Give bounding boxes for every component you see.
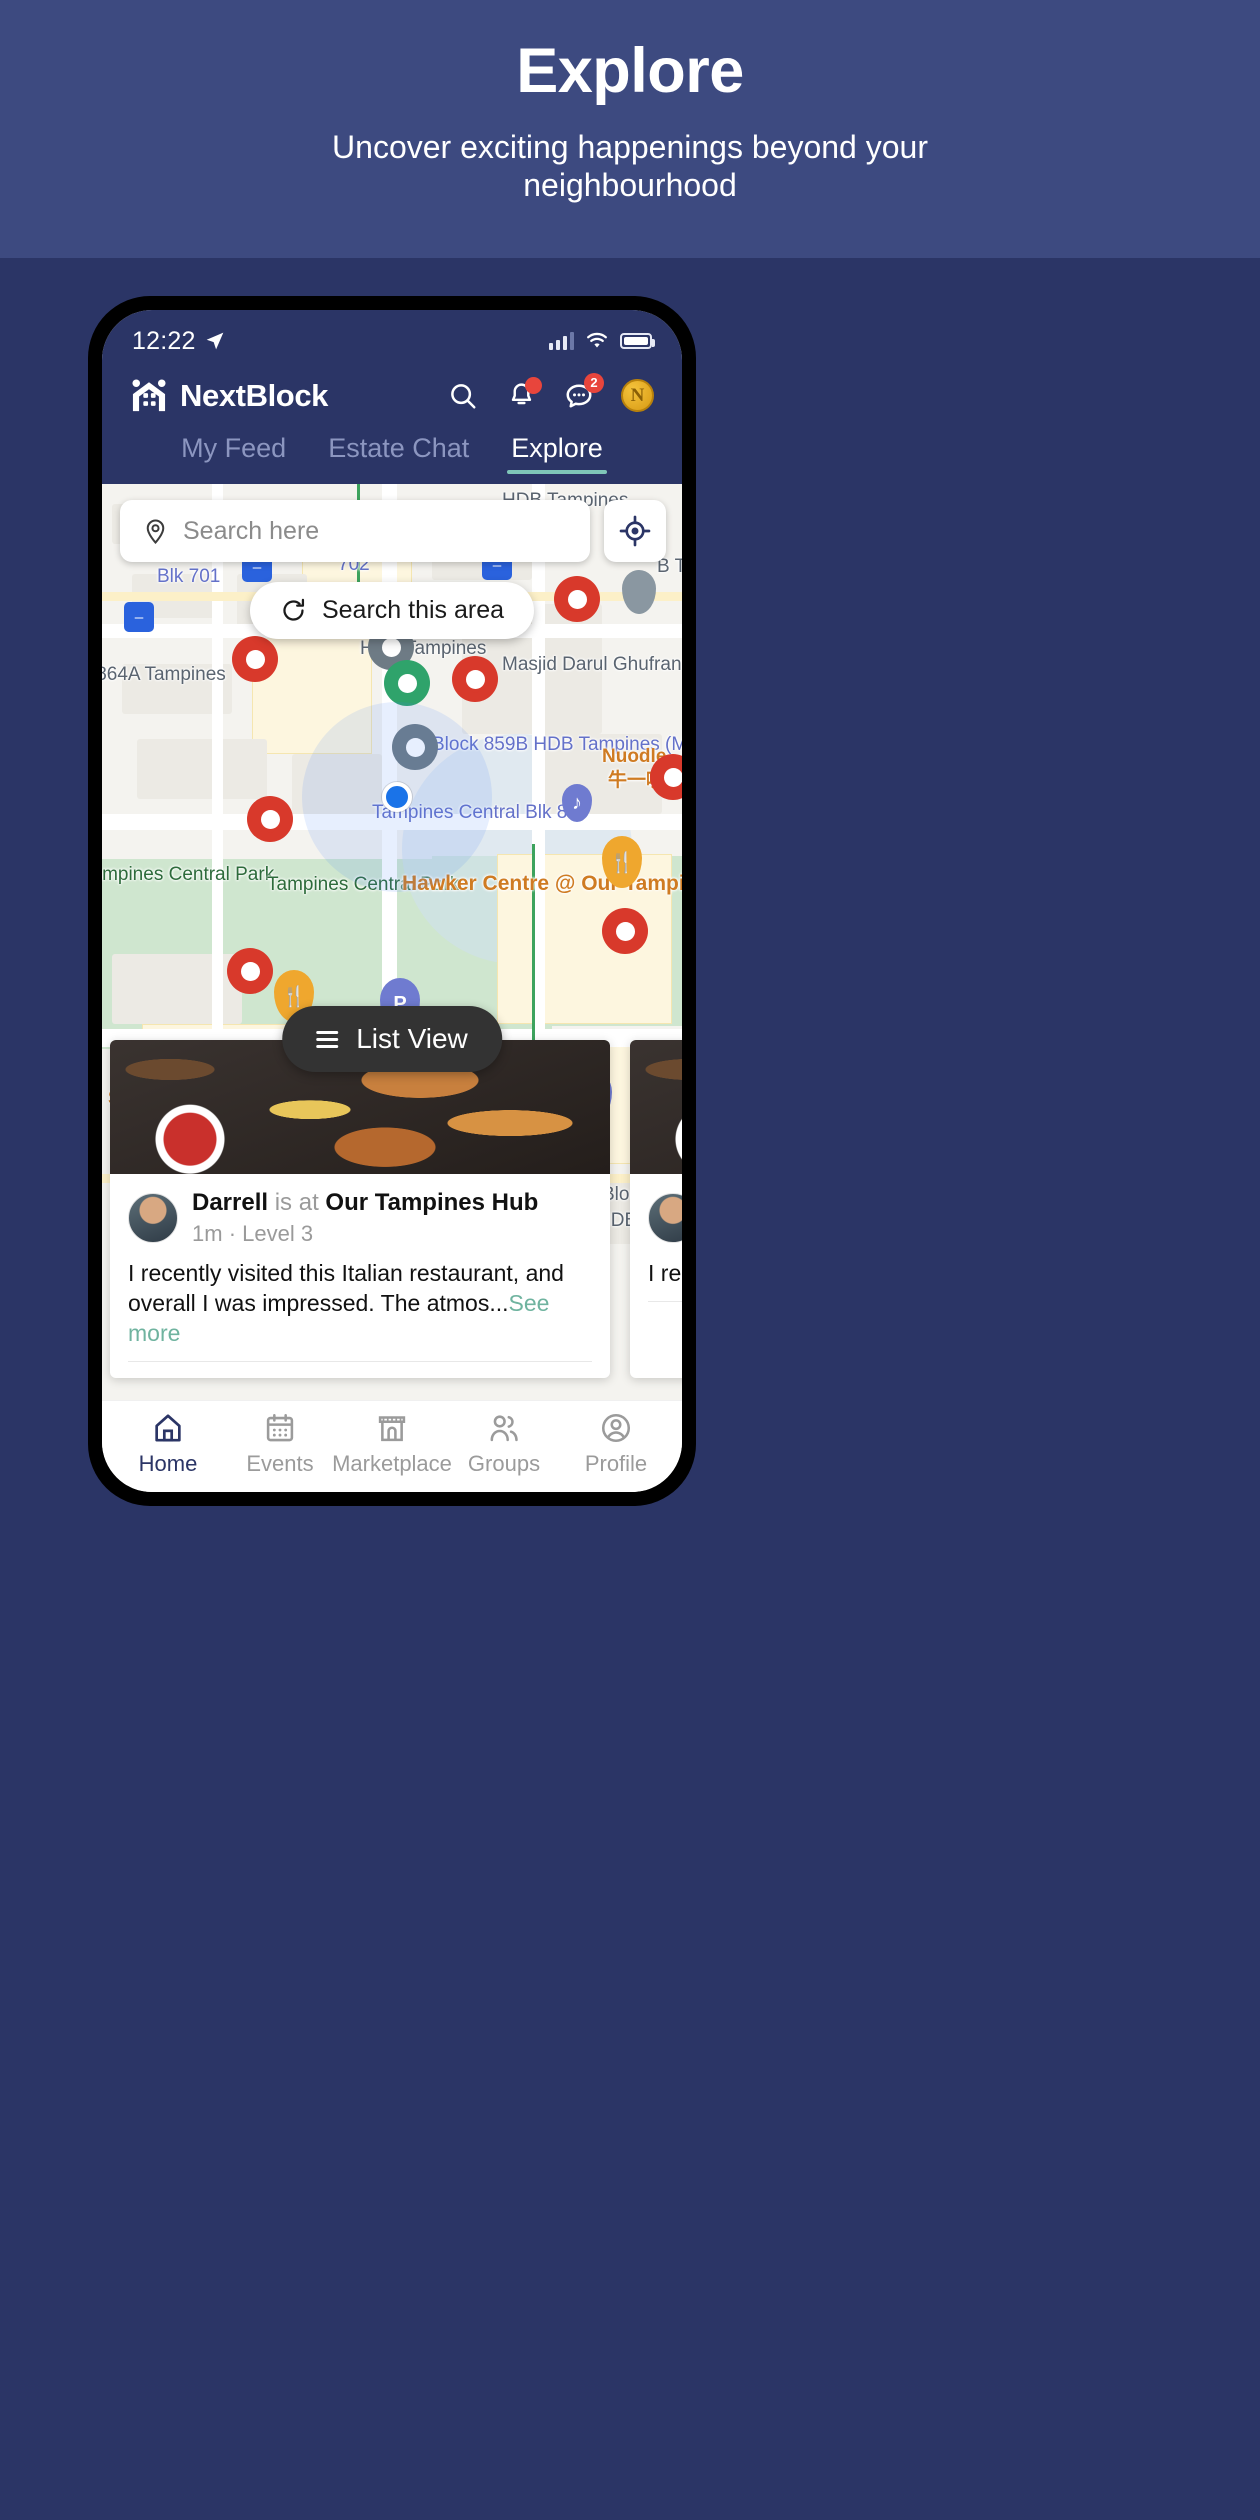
card-divider — [128, 1361, 592, 1362]
map-label: Blk 701 — [157, 566, 221, 587]
promo-page: Explore Uncover exciting happenings beyo… — [0, 0, 1260, 2520]
post-place: Our Tampines Hub — [325, 1188, 539, 1216]
card-divider — [648, 1301, 682, 1303]
map-label: Tampines Central Park — [102, 864, 274, 885]
nextblock-house-logo-icon — [132, 378, 166, 411]
nav-label-groups: Groups — [467, 1450, 541, 1476]
nav-label-marketplace: Marketplace — [332, 1450, 452, 1476]
tab-estate-chat[interactable]: Estate Chat — [328, 433, 469, 474]
app-header: NextBlock 2 N — [102, 362, 682, 429]
user-location-dot — [382, 782, 412, 812]
avatar — [648, 1192, 682, 1243]
post-meta: Darrell is at Our Tampines Hub 1m · Leve… — [192, 1188, 538, 1248]
navigation-arrow-icon — [206, 332, 223, 350]
bottom-navigation: Home Events Marketplace Groups Profile — [102, 1400, 682, 1492]
promo-banner: Explore Uncover exciting happenings beyo… — [0, 0, 1260, 258]
map-pin-red[interactable] — [452, 656, 498, 702]
post-is-at: is at — [274, 1188, 319, 1216]
post-separator: · — [228, 1220, 237, 1246]
coin-icon[interactable]: N — [621, 379, 654, 412]
nav-label-profile: Profile — [584, 1450, 648, 1476]
post-time: 1m — [192, 1220, 223, 1246]
map-pin-red[interactable] — [247, 796, 293, 842]
search-placeholder: Search here — [183, 516, 320, 545]
messages-badge: 2 — [584, 372, 604, 393]
storefront-icon — [378, 1415, 406, 1441]
signal-bars-icon — [548, 332, 574, 350]
post-text-body: I recen overall — [648, 1260, 682, 1287]
promo-subtitle: Uncover exciting happenings beyond your … — [332, 129, 928, 203]
post-text-body: I recently visited this Italian restaura… — [128, 1260, 564, 1317]
map-label: Masjid Darul Ghufran — [502, 654, 682, 675]
calendar-icon — [266, 1413, 294, 1441]
nav-item-events[interactable]: Events — [225, 1411, 335, 1477]
nav-label-events: Events — [246, 1450, 314, 1476]
bell-icon[interactable] — [505, 376, 542, 412]
bus-stop-icon[interactable]: ⎯ — [124, 602, 154, 632]
map-pin-red[interactable] — [227, 948, 273, 994]
header-icons: 2 N — [447, 372, 654, 412]
nav-item-home[interactable]: Home — [113, 1411, 223, 1477]
map-search-row: Search here — [120, 500, 666, 562]
post-subtitle-line: 1m · Level 3 — [192, 1220, 538, 1248]
search-this-area-label: Search this area — [321, 596, 505, 624]
phone-frame: 12:22 NextBlock 2 N My Feed Estate Chat … — [88, 296, 696, 1506]
nav-item-groups[interactable]: Groups — [449, 1411, 559, 1477]
list-view-button[interactable]: List View — [282, 1006, 502, 1072]
post-level: Level 3 — [242, 1220, 314, 1246]
post-card[interactable]: Darrell is at Our Tampines Hub 1m · Leve… — [110, 1039, 610, 1378]
promo-title: Explore — [516, 36, 744, 106]
wifi-icon — [587, 332, 607, 348]
map-pin-red[interactable] — [232, 636, 278, 682]
map-pin-red[interactable] — [650, 754, 682, 800]
post-body: Darrell is at Our Tampines Hub 1m · Leve… — [110, 1174, 610, 1378]
list-view-label: List View — [356, 1023, 468, 1054]
locate-me-button[interactable] — [604, 500, 666, 562]
crosshair-locate-icon — [619, 515, 651, 547]
post-header: Darrell is at Our Tampines Hub 1m · Leve… — [648, 1188, 682, 1248]
post-text: I recen overall — [648, 1259, 682, 1289]
people-icon — [490, 1414, 518, 1441]
search-icon[interactable] — [447, 380, 479, 412]
person-circle-icon — [601, 1413, 631, 1442]
map-label: 864A Tampines — [102, 664, 226, 685]
brand[interactable]: NextBlock — [130, 378, 328, 414]
chat-bubble-icon[interactable]: 2 — [563, 372, 604, 412]
battery-full-icon — [620, 333, 655, 349]
map-pin-icon — [146, 518, 165, 544]
avatar — [128, 1192, 178, 1243]
nav-label-home: Home — [138, 1450, 198, 1476]
post-card-carousel[interactable]: Darrell is at Our Tampines Hub 1m · Leve… — [110, 1039, 682, 1378]
nav-item-profile[interactable]: Profile — [561, 1411, 671, 1477]
search-this-area-button[interactable]: Search this area — [249, 582, 535, 639]
list-lines-icon — [316, 1030, 339, 1048]
tab-my-feed[interactable]: My Feed — [181, 433, 286, 474]
post-body: Darrell is at Our Tampines Hub 1m · Leve… — [630, 1174, 682, 1318]
tab-explore[interactable]: Explore — [507, 433, 607, 474]
status-time: 12:22 — [132, 326, 196, 355]
map-pin-green[interactable] — [384, 660, 430, 706]
map-canvas[interactable]: HDB Tampines Blk 701 702 B Tam 864A Tamp… — [102, 484, 682, 1400]
status-bar-left: 12:22 — [132, 327, 225, 356]
post-photo — [630, 1039, 682, 1174]
map-pin-red[interactable] — [602, 908, 648, 954]
phone-screen: 12:22 NextBlock 2 N My Feed Estate Chat … — [102, 310, 682, 1492]
refresh-icon — [283, 598, 305, 621]
search-input[interactable]: Search here — [120, 500, 590, 562]
nav-item-marketplace[interactable]: Marketplace — [332, 1411, 452, 1477]
status-bar: 12:22 — [102, 310, 682, 362]
post-author: Darrell — [192, 1188, 269, 1216]
tab-bar: My Feed Estate Chat Explore — [102, 429, 682, 484]
post-text: I recently visited this Italian restaura… — [128, 1259, 592, 1349]
notifications-badge — [525, 376, 542, 394]
brand-name: NextBlock — [180, 377, 329, 413]
map-pin-red[interactable] — [554, 576, 600, 622]
post-header: Darrell is at Our Tampines Hub 1m · Leve… — [128, 1188, 592, 1248]
home-icon — [155, 1413, 181, 1442]
post-card[interactable]: Darrell is at Our Tampines Hub 1m · Leve… — [630, 1039, 682, 1378]
post-title-line: Darrell is at Our Tampines Hub — [192, 1188, 538, 1218]
status-bar-right — [548, 332, 655, 350]
